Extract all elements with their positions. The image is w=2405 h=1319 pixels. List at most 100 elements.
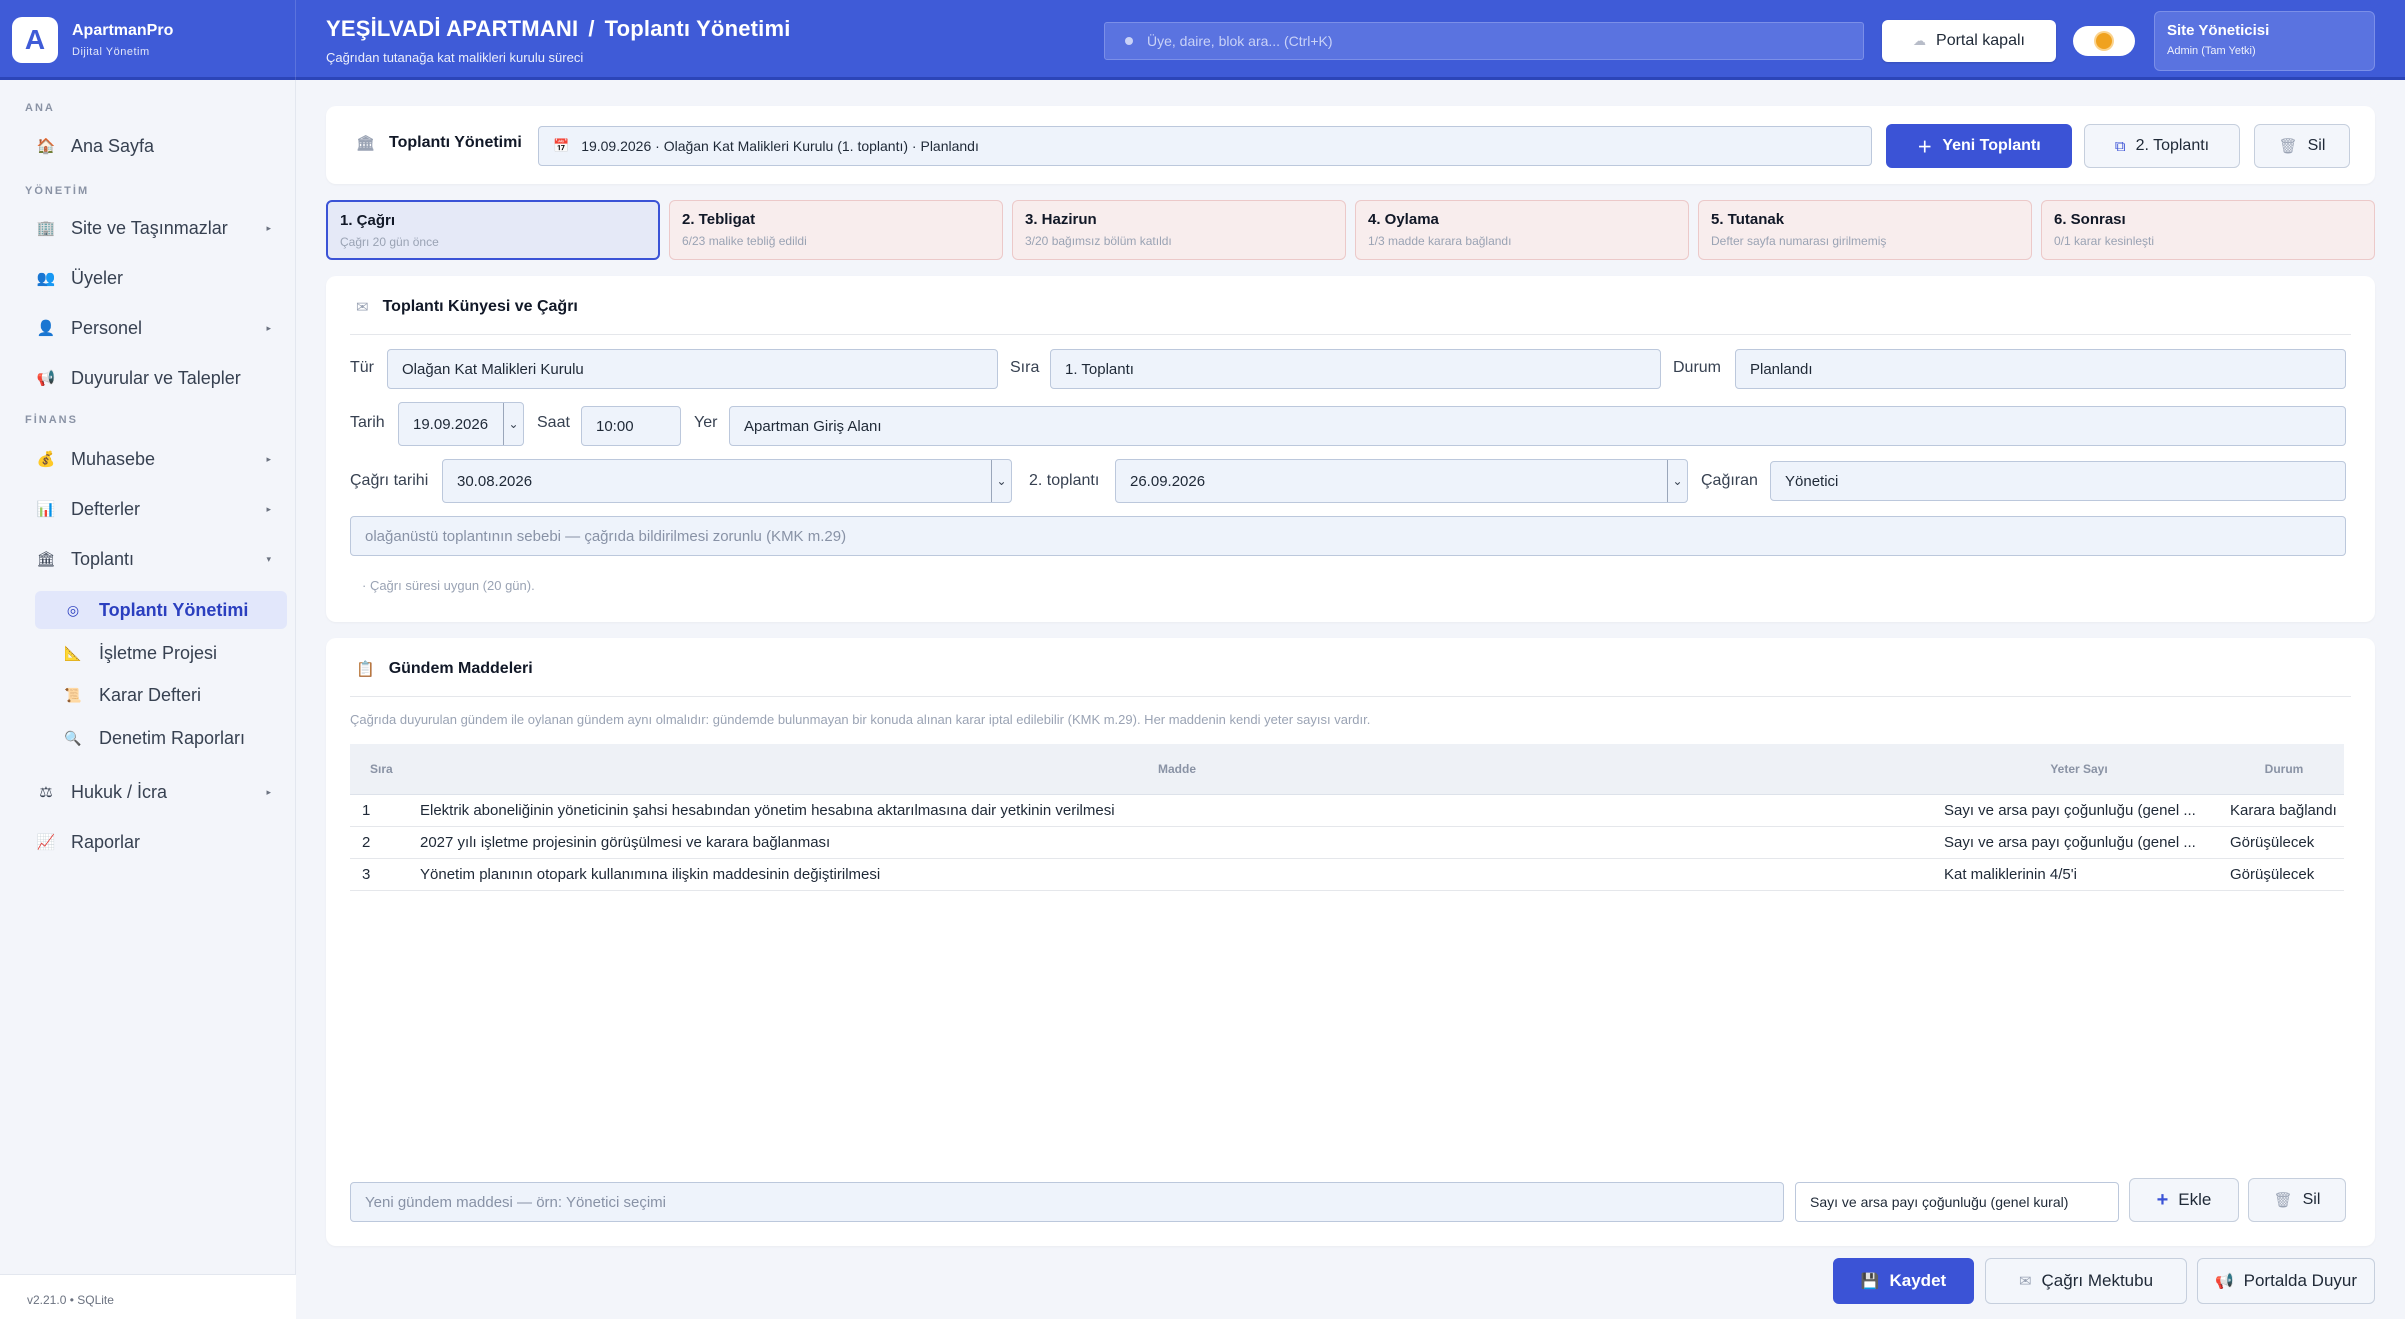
table-row[interactable]: 3 Yönetim planının otopark kullanımına i… (350, 858, 2344, 891)
save-label: Kaydet (1889, 1271, 1947, 1290)
page-title: YEŞİLVADİ APARTMANI / Toplantı Yönetimi (326, 16, 791, 42)
table-row[interactable]: 2 2027 yılı işletme projesinin görüşülme… (350, 826, 2344, 859)
brand-subtitle: Dijital Yönetim (72, 46, 150, 58)
global-search-input[interactable]: Üye, daire, blok ara... (Ctrl+K) (1104, 22, 1864, 60)
column-header[interactable]: Yeter Sayı (1934, 744, 2224, 795)
announce-portal-button[interactable]: 📢 Portalda Duyur (2197, 1258, 2375, 1304)
agenda-note: Çağrıda duyurulan gündem ile oylanan gün… (350, 712, 1371, 727)
extraordinary-reason-input[interactable]: olağanüstü toplantının sebebi — çağrıda … (350, 516, 2346, 556)
second-meeting-button[interactable]: ⧉ 2. Toplantı (2084, 124, 2240, 168)
section-yonetim: YÖNETİM (25, 185, 90, 197)
row-status: Görüşülecek (2224, 826, 2344, 859)
sidebar-item-meeting[interactable]: 🏛 Toplantı ▾ (35, 539, 285, 579)
status-value: Planlandı (1750, 360, 1813, 378)
chart-icon: 📈 (36, 834, 56, 851)
sidebar-subitem-label: Toplantı Yönetimi (99, 599, 249, 620)
step-tutanak[interactable]: 5. Tutanak Defter sayfa numarası girilme… (1698, 200, 2032, 260)
caret-right-icon: ▸ (266, 453, 271, 464)
row-order: 1 (350, 794, 420, 827)
step-subtitle: Defter sayfa numarası girilmemiş (1711, 234, 1887, 248)
step-title: 3. Hazirun (1025, 211, 1097, 228)
site-name: YEŞİLVADİ APARTMANI (326, 16, 579, 41)
row-status: Karara bağlandı (2224, 794, 2344, 827)
new-meeting-button[interactable]: ＋ Yeni Toplantı (1886, 124, 2072, 168)
agenda-table: Sıra Madde Yeter Sayı Durum 1 Elektrik a… (350, 744, 2344, 891)
user-menu[interactable]: Site Yöneticisi Admin (Tam Yetki) (2154, 11, 2375, 71)
quorum-select[interactable]: Sayı ve arsa payı çoğunluğu (genel kural… (1795, 1182, 2119, 1222)
sidebar-item-staff[interactable]: 👤 Personel ▸ (35, 308, 285, 348)
money-bag-icon: 💰 (36, 451, 56, 468)
time-label: Saat (537, 414, 570, 431)
step-tebligat[interactable]: 2. Tebligat 6/23 malike tebliğ edildi (669, 200, 1003, 260)
status-field[interactable]: Planlandı (1735, 349, 2346, 389)
call-date-picker[interactable]: 30.08.2026 ⌄ (442, 459, 1012, 503)
new-meeting-label: Yeni Toplantı (1942, 137, 2041, 154)
add-agenda-label: Ekle (2178, 1190, 2212, 1209)
portal-status-label: Portal kapalı (1936, 32, 2025, 49)
magnifier-icon: 🔍 (64, 729, 82, 746)
meeting-info-title-text: Toplantı Künyesi ve Çağrı (382, 298, 578, 315)
meeting-toolbar: 🏛 Toplantı Yönetimi 📅 19.09.2026 · Olağan… (326, 106, 2375, 184)
chevron-down-icon[interactable]: ⌄ (1667, 460, 1687, 502)
caret-right-icon: ▸ (266, 786, 271, 797)
sidebar-item-ledgers[interactable]: 📊 Defterler ▸ (35, 489, 285, 529)
time-field[interactable]: 10:00 (581, 406, 681, 446)
row-item: 2027 yılı işletme projesinin görüşülmesi… (420, 826, 1934, 859)
step-hazirun[interactable]: 3. Hazirun 3/20 bağımsız bölüm katıldı (1012, 200, 1346, 260)
type-field[interactable]: Olağan Kat Malikleri Kurulu (387, 349, 998, 389)
sidebar-subitem-meeting-management[interactable]: ◎ Toplantı Yönetimi (35, 591, 287, 629)
delete-agenda-button[interactable]: 🗑 Sil (2248, 1178, 2346, 1222)
sidebar-item-home[interactable]: 🏠 Ana Sayfa (35, 126, 285, 166)
new-agenda-item-input[interactable]: Yeni gündem maddesi — örn: Yönetici seçi… (350, 1182, 1784, 1222)
type-value: Olağan Kat Malikleri Kurulu (402, 360, 584, 378)
chevron-down-icon[interactable]: ⌄ (503, 403, 523, 445)
sidebar-item-legal[interactable]: ⚖ Hukuk / İcra ▸ (35, 772, 285, 812)
portal-status-button[interactable]: ☁ Portal kapalı (1882, 20, 2056, 62)
table-row[interactable]: 1 Elektrik aboneliğinin yöneticinin şahs… (350, 794, 2344, 827)
order-field[interactable]: 1. Toplantı (1050, 349, 1661, 389)
chevron-down-icon[interactable]: ⌄ (991, 460, 1011, 502)
envelope-icon: ✉ (2018, 1273, 2032, 1290)
add-agenda-button[interactable]: + Ekle (2129, 1178, 2239, 1222)
step-cagri[interactable]: 1. Çağrı Çağrı 20 gün önce (326, 200, 660, 260)
sidebar-item-accounting[interactable]: 💰 Muhasebe ▸ (35, 439, 285, 479)
step-subtitle: 0/1 karar kesinleşti (2054, 234, 2155, 248)
section-ana: ANA (25, 102, 55, 114)
order-label: Sıra (1010, 359, 1040, 376)
theme-toggle[interactable] (2073, 26, 2135, 56)
date-picker[interactable]: 19.09.2026 ⌄ (398, 402, 524, 446)
row-item: Yönetim planının otopark kullanımına ili… (420, 858, 1934, 891)
place-field[interactable]: Apartman Giriş Alanı (729, 406, 2346, 446)
sidebar-subitem-label: Karar Defteri (99, 684, 202, 705)
sidebar-subitem-audit-reports[interactable]: 🔍 Denetim Raporları (35, 719, 287, 757)
sidebar-item-announcements[interactable]: 📢 Duyurular ve Talepler (35, 358, 285, 398)
column-header[interactable]: Durum (2224, 744, 2344, 795)
sidebar-item-site[interactable]: 🏢 Site ve Taşınmazlar ▸ (35, 208, 285, 248)
save-button[interactable]: 💾 Kaydet (1833, 1258, 1974, 1304)
ruler-icon: 📐 (64, 644, 82, 661)
delete-meeting-button[interactable]: 🗑 Sil (2254, 124, 2350, 168)
envelope-icon: ✉ (356, 299, 369, 316)
step-oylama[interactable]: 4. Oylama 1/3 madde karara bağlandı (1355, 200, 1689, 260)
column-header[interactable]: Sıra (350, 744, 420, 795)
column-header[interactable]: Madde (420, 744, 1934, 795)
step-sonrasi[interactable]: 6. Sonrası 0/1 karar kesinleşti (2041, 200, 2375, 260)
second-meeting-date-picker[interactable]: 26.09.2026 ⌄ (1115, 459, 1688, 503)
sidebar-item-reports[interactable]: 📈 Raporlar (35, 822, 285, 862)
sidebar-item-members[interactable]: 👥 Üyeler (35, 258, 285, 298)
row-status: Görüşülecek (2224, 858, 2344, 891)
call-letter-button[interactable]: ✉ Çağrı Mektubu (1985, 1258, 2187, 1304)
trash-icon: 🗑 (2278, 138, 2298, 155)
sidebar-subitem-label: Denetim Raporları (99, 727, 246, 748)
sidebar-item-label: Duyurular ve Talepler (71, 367, 241, 388)
sidebar-subitem-decision-book[interactable]: 📜 Karar Defteri (35, 676, 287, 714)
sidebar-item-label: Site ve Taşınmazlar (71, 217, 228, 238)
agenda-title-text: Gündem Maddeleri (388, 660, 533, 677)
caller-field[interactable]: Yönetici (1770, 461, 2346, 501)
row-order: 3 (350, 858, 420, 891)
step-title: 2. Tebligat (682, 211, 756, 228)
meeting-select[interactable]: 📅 19.09.2026 · Olağan Kat Malikleri Kuru… (538, 126, 1872, 166)
sidebar-subitem-operating-project[interactable]: 📐 İşletme Projesi (35, 634, 287, 672)
brand[interactable]: A ApartmanPro Dijital Yönetim (0, 0, 296, 80)
second-meeting-label: 2. toplantı (1029, 472, 1100, 489)
